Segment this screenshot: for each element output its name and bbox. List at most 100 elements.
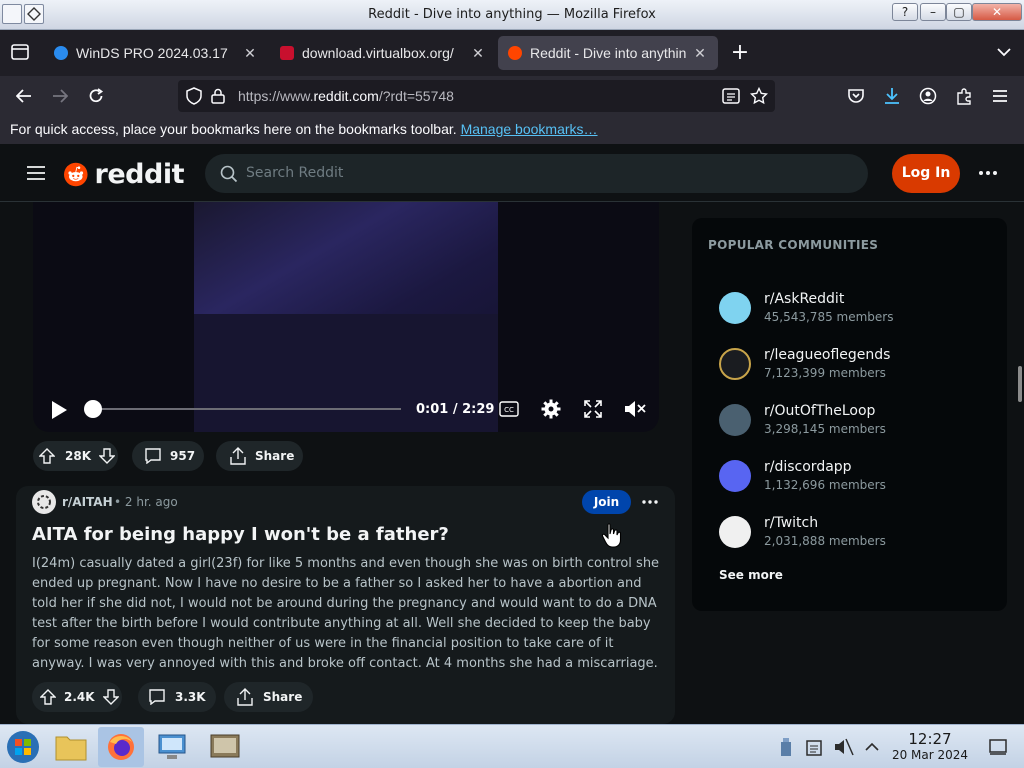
search-input[interactable]: Search Reddit (246, 165, 343, 181)
url-text[interactable]: https://www.reddit.com/?rdt=55748 (238, 88, 454, 104)
extensions-icon[interactable] (952, 84, 976, 108)
more-options-icon[interactable] (976, 161, 1000, 185)
video-progress-track[interactable] (84, 400, 401, 418)
reddit-snoo-icon (64, 162, 88, 186)
clipboard-tray-icon[interactable] (802, 735, 826, 759)
share-icon (229, 447, 247, 465)
reader-view-icon[interactable] (719, 84, 743, 108)
manage-bookmarks-link[interactable]: Manage bookmarks… (461, 121, 598, 137)
new-tab-button[interactable]: + (728, 40, 752, 65)
comments-button[interactable]: 957 (132, 441, 204, 471)
tab-label: Reddit - Dive into anythin (530, 45, 687, 61)
reload-button[interactable] (84, 84, 108, 108)
vote-pill: 28K (33, 441, 118, 471)
back-button[interactable] (12, 84, 36, 108)
window-title-bar: Reddit - Dive into anything — Mozilla Fi… (0, 0, 1024, 30)
clock[interactable]: 12:27 20 Mar 2024 (886, 731, 974, 763)
downvote-icon[interactable] (102, 689, 119, 705)
maximize-button[interactable]: ▢ (946, 3, 972, 21)
sidebar-heading: POPULAR COMMUNITIES (708, 238, 879, 252)
reddit-favicon-icon (508, 46, 522, 60)
community-members: 3,298,145 members (764, 422, 886, 436)
tracking-protection-icon[interactable] (182, 84, 206, 108)
post-title[interactable]: AITA for being happy I won't be a father… (32, 524, 449, 545)
search-bar[interactable]: Search Reddit (205, 154, 868, 193)
tab-label: download.virtualbox.org/ (302, 45, 454, 61)
upvote-icon[interactable] (40, 689, 56, 705)
taskbar: 12:27 20 Mar 2024 (0, 724, 1024, 768)
firefox-taskbar-icon[interactable] (98, 727, 144, 767)
community-item-twitch[interactable]: r/Twitch 2,031,888 members (719, 513, 989, 553)
minimize-button[interactable]: – (920, 3, 946, 21)
clock-date: 20 Mar 2024 (891, 748, 969, 762)
post-options-icon[interactable] (638, 490, 662, 514)
close-tab-icon[interactable]: ✕ (470, 45, 486, 62)
file-manager-icon[interactable] (48, 727, 94, 767)
captions-icon[interactable]: CC (497, 397, 521, 421)
close-tab-icon[interactable]: ✕ (692, 45, 708, 62)
see-more-link[interactable]: See more (719, 568, 783, 582)
post-card[interactable]: r/AITAH • 2 hr. ago Join AITA for being … (16, 486, 675, 724)
community-item-outoftheloop[interactable]: r/OutOfTheLoop 3,298,145 members (719, 401, 989, 441)
lock-icon[interactable] (206, 84, 230, 108)
close-window-button[interactable]: ✕ (972, 3, 1022, 21)
comments-button[interactable]: 3.3K (138, 682, 216, 712)
share-label: Share (263, 690, 303, 704)
share-button[interactable]: Share (216, 441, 303, 471)
comment-count: 3.3K (175, 690, 206, 704)
help-button[interactable]: ? (892, 3, 918, 21)
close-tab-icon[interactable]: ✕ (242, 45, 258, 62)
share-button[interactable]: Share (224, 682, 313, 712)
community-item-discordapp[interactable]: r/discordapp 1,132,696 members (719, 457, 989, 497)
video-scrubber-handle[interactable] (84, 400, 102, 418)
join-button[interactable]: Join (582, 490, 631, 514)
bookmarks-hint-text: For quick access, place your bookmarks h… (10, 121, 457, 137)
downloads-icon[interactable] (880, 84, 904, 108)
volume-muted-tray-icon[interactable] (832, 735, 856, 759)
usb-tray-icon[interactable] (774, 735, 798, 759)
community-members: 45,543,785 members (764, 310, 894, 324)
subreddit-avatar[interactable] (32, 490, 56, 514)
account-icon[interactable] (916, 84, 940, 108)
settings-gear-icon[interactable] (539, 397, 563, 421)
tab-winds-pro[interactable]: WinDS PRO 2024.03.17 ✕ (44, 36, 268, 70)
forward-button[interactable] (48, 84, 72, 108)
list-all-tabs-icon[interactable] (992, 40, 1016, 64)
upvote-icon[interactable] (39, 448, 55, 464)
reddit-header: reddit Search Reddit Log In (0, 144, 1024, 202)
twitch-avatar-icon (719, 516, 751, 548)
play-icon[interactable] (47, 398, 71, 422)
discord-avatar-icon (719, 460, 751, 492)
fullscreen-icon[interactable] (581, 397, 605, 421)
login-button[interactable]: Log In (892, 154, 960, 193)
post-body[interactable]: I(24m) casually dated a girl(23f) for li… (32, 554, 664, 675)
community-name: r/Twitch (764, 515, 819, 531)
community-name: r/discordapp (764, 459, 852, 475)
vote-count: 28K (65, 449, 91, 463)
pocket-icon[interactable] (844, 84, 868, 108)
post-age: • 2 hr. ago (114, 495, 178, 509)
downvote-icon[interactable] (99, 448, 115, 464)
community-members: 7,123,399 members (764, 366, 886, 380)
start-button[interactable] (0, 727, 46, 767)
tab-virtualbox[interactable]: download.virtualbox.org/ ✕ (270, 36, 496, 70)
network-settings-icon[interactable] (150, 727, 196, 767)
community-members: 1,132,696 members (764, 478, 886, 492)
app-menu-icon[interactable] (988, 84, 1012, 108)
page-scrollbar-thumb[interactable] (1018, 366, 1022, 402)
tray-expand-icon[interactable] (860, 735, 884, 759)
tab-reddit[interactable]: Reddit - Dive into anythin ✕ (498, 36, 718, 70)
show-desktop-icon[interactable] (986, 735, 1010, 759)
community-item-leagueoflegends[interactable]: r/leagueoflegends 7,123,399 members (719, 345, 989, 385)
vote-count: 2.4K (64, 690, 95, 704)
bookmark-star-icon[interactable] (747, 84, 771, 108)
reddit-logo[interactable]: reddit (64, 157, 185, 191)
video-player[interactable]: 0:01 / 2:29 CC (33, 202, 659, 432)
url-bar[interactable]: https://www.reddit.com/?rdt=55748 (178, 80, 775, 112)
virtualbox-window-icon[interactable] (202, 727, 248, 767)
subreddit-name[interactable]: r/AITAH (62, 495, 113, 509)
community-item-askreddit[interactable]: r/AskReddit 45,543,785 members (719, 289, 989, 329)
hamburger-menu-icon[interactable] (24, 161, 48, 185)
muted-volume-icon[interactable] (623, 397, 647, 421)
firefox-view-icon[interactable] (8, 40, 32, 64)
